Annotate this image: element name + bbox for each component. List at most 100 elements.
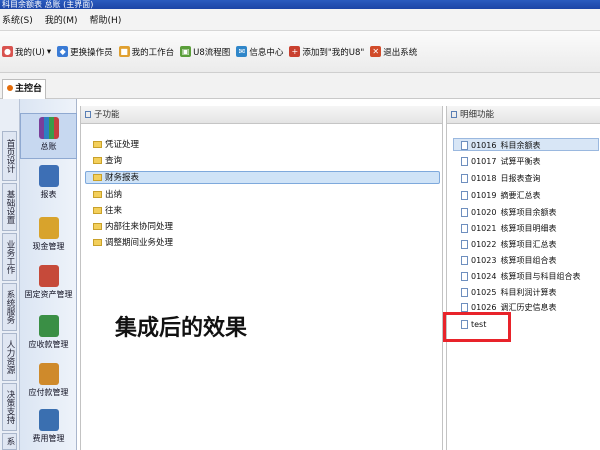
- module-general-ledger-label: 总账: [40, 142, 57, 151]
- detail-item[interactable]: 01019 摘要汇总表: [461, 189, 540, 202]
- detail-item[interactable]: 01022 核算项目汇总表: [461, 238, 556, 251]
- u8-flowchart-label: U8流程图: [193, 47, 231, 58]
- tab-bar: 主控台: [0, 73, 600, 99]
- folder-label: 出纳: [105, 190, 123, 200]
- module-expenses[interactable]: 费用管理: [20, 409, 77, 449]
- folder-label: 往来: [105, 206, 123, 216]
- folder-label: 调整期间业务处理: [105, 238, 174, 248]
- folder-icon: [93, 223, 102, 230]
- detail-item[interactable]: 01024 核算项目与科目组合表: [461, 270, 580, 283]
- detail-item[interactable]: 01023 核算项目组合表: [461, 254, 556, 267]
- ledger-books-icon: [38, 117, 59, 139]
- detail-item-code: 01016: [471, 141, 497, 150]
- detail-function-header-label: 明细功能: [460, 110, 495, 120]
- folder-voucher-processing[interactable]: 凭证处理: [93, 139, 139, 152]
- detail-item-name: 摘要汇总表: [500, 191, 541, 200]
- report-icon: [38, 165, 59, 187]
- add-favorite-icon: +: [289, 46, 301, 57]
- detail-item-code: 01022: [471, 240, 497, 249]
- cash-icon: [38, 217, 59, 239]
- detail-function-header: 明细功能: [447, 106, 600, 124]
- flowchart-icon: ▣: [180, 46, 192, 57]
- module-cash-management[interactable]: 现金管理: [20, 217, 77, 257]
- receivable-icon: [38, 315, 59, 337]
- expense-icon: [38, 409, 59, 431]
- document-icon: [461, 141, 468, 150]
- exit-system-button[interactable]: ✕ 退出系统: [370, 46, 417, 58]
- detail-item[interactable]: 01021 核算项目明细表: [461, 222, 556, 235]
- chevron-down-icon[interactable]: ▾: [47, 47, 51, 57]
- module-fixed-assets-label: 固定资产管理: [24, 290, 73, 299]
- module-icon-column: 总账 报表 现金管理 固定资产管理 应收款管理 应付款管理 费用管理: [20, 99, 77, 450]
- payable-icon: [38, 363, 59, 385]
- detail-item-name: 核算项目明细表: [500, 224, 557, 233]
- workbench-icon: ■: [118, 46, 130, 57]
- menu-bar: 系统(S) 我的(M) 帮助(H): [0, 9, 600, 31]
- detail-item-name: 核算项目组合表: [500, 256, 557, 265]
- vertical-tab-hr[interactable]: 人力资源: [2, 333, 17, 381]
- module-general-ledger[interactable]: 总账: [20, 113, 77, 159]
- tab-main-console-label: 主控台: [15, 84, 43, 94]
- detail-item-code: 01021: [471, 224, 497, 233]
- module-reports[interactable]: 报表: [20, 165, 77, 205]
- folder-label: 财务报表: [105, 173, 140, 183]
- detail-item-name: 试算平衡表: [500, 157, 541, 166]
- detail-item-code: 01024: [471, 272, 497, 281]
- detail-item[interactable]: 01017 试算平衡表: [461, 155, 540, 168]
- menu-mine[interactable]: 我的(M): [45, 13, 78, 26]
- module-receivables[interactable]: 应收款管理: [20, 315, 77, 355]
- document-icon: [461, 288, 468, 297]
- detail-item-name: 核算项目汇总表: [500, 240, 557, 249]
- menu-system[interactable]: 系统(S): [2, 13, 33, 26]
- module-payables[interactable]: 应付款管理: [20, 363, 77, 403]
- detail-function-panel: 明细功能 01016 科目余额表 01017 试算平衡表 01018 日报表查询 01…: [446, 106, 600, 450]
- detail-item-name: 科目余额表: [500, 141, 541, 150]
- detail-item-code: 01020: [471, 208, 497, 217]
- window-title: 科目余额表 总账 (主界面): [2, 0, 94, 9]
- document-icon: [461, 174, 468, 183]
- folder-query[interactable]: 查询: [93, 155, 122, 168]
- folder-cashier[interactable]: 出纳: [93, 189, 122, 202]
- sub-function-header-label: 子功能: [94, 110, 120, 120]
- folder-icon: [93, 141, 102, 148]
- vertical-tab-basic-settings[interactable]: 基础设置: [2, 183, 17, 231]
- fixed-asset-icon: [38, 265, 59, 287]
- toolbar: ● 我的(U) ▾ ◆ 更换操作员 ■ 我的工作台 ▣ U8流程图 ✉ 信息中心 + 添加到"…: [0, 31, 600, 73]
- module-cash-management-label: 现金管理: [32, 242, 65, 251]
- change-operator-label: 更换操作员: [70, 47, 113, 58]
- folder-icon: [93, 191, 102, 198]
- vertical-tab-home-design[interactable]: 首页设计: [2, 131, 17, 181]
- module-expenses-label: 费用管理: [32, 434, 65, 443]
- workbench-button[interactable]: ■ 我的工作台: [118, 46, 174, 58]
- detail-item[interactable]: 01018 日报表查询: [461, 172, 540, 185]
- module-fixed-assets[interactable]: 固定资产管理: [20, 265, 77, 305]
- vertical-tab-business[interactable]: 业务工作: [2, 233, 17, 281]
- detail-item[interactable]: 01025 科目利润计算表: [461, 286, 556, 299]
- my-u8-button[interactable]: ● 我的(U) ▾: [2, 46, 51, 58]
- document-icon: [461, 191, 468, 200]
- change-operator-button[interactable]: ◆ 更换操作员: [57, 46, 113, 58]
- folder-icon: [93, 174, 102, 181]
- info-center-button[interactable]: ✉ 信息中心: [236, 46, 283, 58]
- menu-help[interactable]: 帮助(H): [90, 13, 122, 26]
- add-to-my-u8-button[interactable]: + 添加到"我的U8": [289, 46, 364, 58]
- u8-flowchart-button[interactable]: ▣ U8流程图: [180, 46, 230, 58]
- detail-item-code: 01019: [471, 191, 497, 200]
- vertical-tab-decision[interactable]: 决策支持: [2, 383, 17, 431]
- panel-icon: [451, 111, 457, 118]
- caption-text: 集成后的效果: [115, 316, 248, 341]
- folder-financial-reports[interactable]: 财务报表: [85, 171, 440, 184]
- sub-function-header: 子功能: [81, 106, 442, 124]
- highlight-box: [443, 312, 511, 342]
- tab-main-console[interactable]: 主控台: [2, 79, 46, 99]
- detail-item[interactable]: 01020 核算项目余额表: [461, 206, 556, 219]
- vertical-tab-system-settings[interactable]: 系统设置: [2, 433, 17, 450]
- folder-icon: [93, 157, 102, 164]
- vertical-tab-system-service[interactable]: 系统服务: [2, 283, 17, 331]
- document-icon: [461, 256, 468, 265]
- info-center-icon: ✉: [236, 46, 248, 57]
- folder-transactions[interactable]: 往来: [93, 205, 122, 218]
- detail-item[interactable]: 01016 科目余额表: [453, 138, 599, 151]
- folder-adjustment-period[interactable]: 调整期间业务处理: [93, 237, 173, 250]
- folder-internal-coordination[interactable]: 内部往来协同处理: [93, 221, 173, 234]
